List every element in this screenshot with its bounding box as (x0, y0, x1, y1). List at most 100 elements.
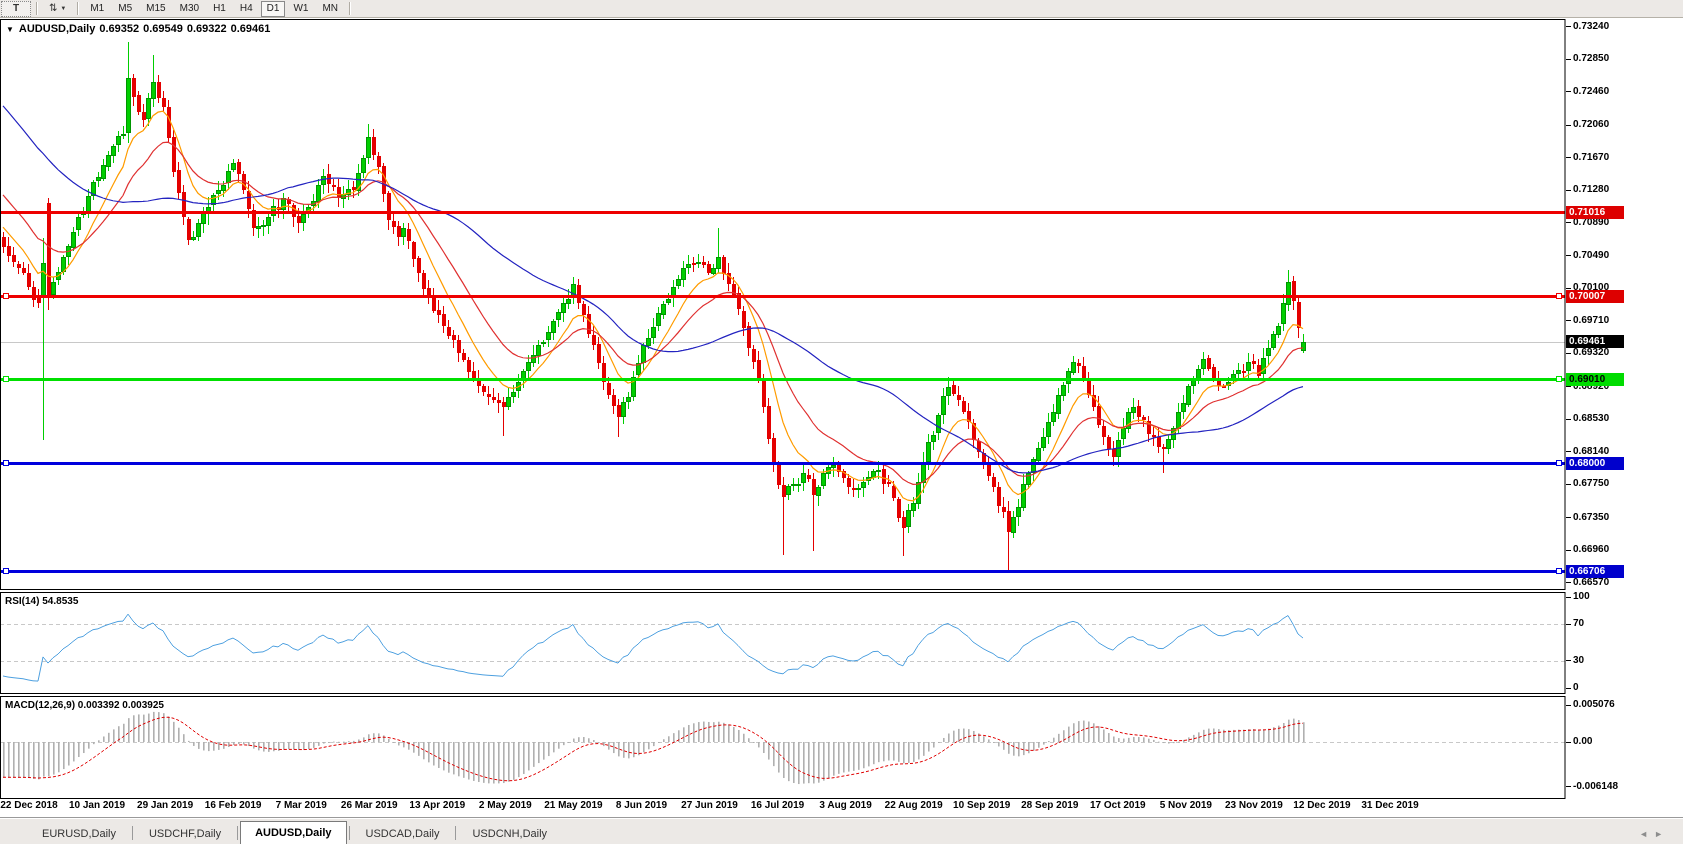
price-tick-label: 0.68530 (1573, 413, 1609, 425)
hline-price-chip: 0.68000 (1566, 457, 1624, 470)
macd-scale-label: 0.00 (1573, 736, 1592, 748)
tab-separator (349, 826, 350, 840)
tab-separator (455, 826, 456, 840)
timeframe-button-m5[interactable]: M5 (112, 1, 138, 17)
timeframe-button-m30[interactable]: M30 (174, 1, 205, 17)
timeframe-button-mn[interactable]: MN (316, 1, 344, 17)
price-tick-label: 0.66570 (1573, 577, 1609, 589)
price-tick-label: 0.69710 (1573, 315, 1609, 327)
date-axis-label: 26 Mar 2019 (341, 800, 398, 811)
date-axis-label: 17 Oct 2019 (1090, 800, 1146, 811)
price-tick-label-tick (1566, 419, 1571, 420)
date-axis-label: 28 Sep 2019 (1021, 800, 1078, 811)
symbol-tab-usdcad[interactable]: USDCAD,Daily (352, 825, 454, 844)
price-tick-label-tick (1566, 353, 1571, 354)
hline-price-chip: 0.71016 (1566, 206, 1624, 219)
hline-price-chip: 0.66706 (1566, 565, 1624, 578)
date-axis-label: 10 Jan 2019 (69, 800, 125, 811)
price-tick-label: 0.71280 (1573, 184, 1609, 196)
price-tick-label-tick (1566, 451, 1571, 452)
date-axis-label: 8 Jun 2019 (616, 800, 667, 811)
rsi-scale-label: 100 (1573, 591, 1590, 603)
date-axis-label: 29 Jan 2019 (137, 800, 193, 811)
date-axis-label: 3 Aug 2019 (819, 800, 871, 811)
symbol-tab-audusd[interactable]: AUDUSD,Daily (240, 821, 346, 844)
price-tick-label-tick (1566, 320, 1571, 321)
price-tick-label-tick (1566, 255, 1571, 256)
rsi-scale-label-tick (1566, 624, 1571, 625)
symbol-period-label: AUDUSD,Daily (19, 23, 95, 35)
timeframe-button-d1[interactable]: D1 (261, 1, 286, 17)
double-arrow-icon: ⇅ (49, 2, 57, 16)
date-axis-label: 12 Dec 2019 (1293, 800, 1350, 811)
macd-indicator-canvas[interactable] (0, 696, 1566, 799)
price-tick-label-tick (1566, 91, 1571, 92)
price-tick-label-tick (1566, 190, 1571, 191)
price-tick-label: 0.66960 (1573, 544, 1609, 556)
collapse-caret-icon[interactable]: ▼ (6, 25, 14, 34)
price-tick-label: 0.67350 (1573, 512, 1609, 524)
date-axis-label: 16 Jul 2019 (751, 800, 804, 811)
date-axis-label: 27 Jun 2019 (681, 800, 738, 811)
rsi-scale-label: 30 (1573, 655, 1584, 667)
price-tick-label: 0.67750 (1573, 478, 1609, 490)
price-tick-label: 0.69320 (1573, 347, 1609, 359)
rsi-indicator-canvas[interactable] (0, 592, 1566, 694)
macd-scale-label: -0.006148 (1573, 781, 1618, 793)
toolbar-separator (36, 2, 38, 15)
current-price-chip: 0.69461 (1566, 335, 1624, 348)
high-value: 0.69549 (143, 23, 183, 35)
price-chart-canvas[interactable] (0, 19, 1566, 590)
date-axis-label: 7 Mar 2019 (276, 800, 327, 811)
low-value: 0.69322 (187, 23, 227, 35)
open-value: 0.69352 (99, 23, 139, 35)
dropdown-caret-icon: ▼ (60, 2, 66, 16)
date-axis-label: 10 Sep 2019 (953, 800, 1010, 811)
price-tick-label-tick (1566, 222, 1571, 223)
symbol-tab-usdcnh[interactable]: USDCNH,Daily (458, 825, 561, 844)
toolbar-separator (349, 2, 351, 15)
price-tick-label-tick (1566, 157, 1571, 158)
macd-scale-label-tick (1566, 705, 1571, 706)
top-toolbar: T ⇅ ▼ M1M5M15M30H1H4D1W1MN (0, 0, 1683, 18)
chart-title: ▼ AUDUSD,Daily 0.69352 0.69549 0.69322 0.6946… (6, 23, 274, 35)
macd-scale-label: 0.005076 (1573, 699, 1615, 711)
price-tick-label: 0.72060 (1573, 119, 1609, 131)
tab-scroll-left-icon[interactable]: ◄ (1639, 829, 1654, 839)
price-tick-label: 0.71670 (1573, 152, 1609, 164)
rsi-scale-label: 0 (1573, 682, 1579, 694)
hline-price-chip: 0.69010 (1566, 373, 1624, 386)
symbol-tab-eurusd[interactable]: EURUSD,Daily (28, 825, 130, 844)
date-axis-label: 13 Apr 2019 (409, 800, 465, 811)
date-axis-label: 22 Aug 2019 (885, 800, 943, 811)
timeframe-button-h1[interactable]: H1 (207, 1, 232, 17)
date-axis-label: 5 Nov 2019 (1160, 800, 1212, 811)
tab-scroll-arrows: ◄► (1639, 829, 1669, 839)
price-tick-label: 0.72850 (1573, 53, 1609, 65)
rsi-scale-label-tick (1566, 688, 1571, 689)
price-tick-label-tick (1566, 125, 1571, 126)
price-tick-label-tick (1566, 26, 1571, 27)
price-tick-label-tick (1566, 517, 1571, 518)
rsi-indicator-label: RSI(14) 54.8535 (5, 596, 78, 607)
symbol-tab-usdchf[interactable]: USDCHF,Daily (135, 825, 235, 844)
rsi-scale-label: 70 (1573, 618, 1584, 630)
tab-separator (132, 826, 133, 840)
price-tick-label: 0.72460 (1573, 86, 1609, 98)
rsi-scale-label-tick (1566, 660, 1571, 661)
date-axis-label: 22 Dec 2018 (0, 800, 57, 811)
arrange-arrows-icon[interactable]: ⇅ ▼ (43, 1, 72, 17)
timeframe-button-m15[interactable]: M15 (140, 1, 171, 17)
timeframe-button-m1[interactable]: M1 (84, 1, 110, 17)
timeframe-button-h4[interactable]: H4 (234, 1, 259, 17)
close-value: 0.69461 (231, 23, 271, 35)
text-tool-icon[interactable]: T (1, 1, 31, 17)
rsi-scale-label-tick (1566, 597, 1571, 598)
tab-scroll-right-icon[interactable]: ► (1654, 829, 1669, 839)
macd-scale-label-tick (1566, 742, 1571, 743)
tab-separator (237, 826, 238, 840)
price-tick-label-tick (1566, 550, 1571, 551)
macd-indicator-label: MACD(12,26,9) 0.003392 0.003925 (5, 700, 164, 711)
symbol-tab-bar: EURUSD,Daily USDCHF,Daily AUDUSD,Daily USDC… (0, 819, 1683, 844)
timeframe-button-w1[interactable]: W1 (287, 1, 314, 17)
